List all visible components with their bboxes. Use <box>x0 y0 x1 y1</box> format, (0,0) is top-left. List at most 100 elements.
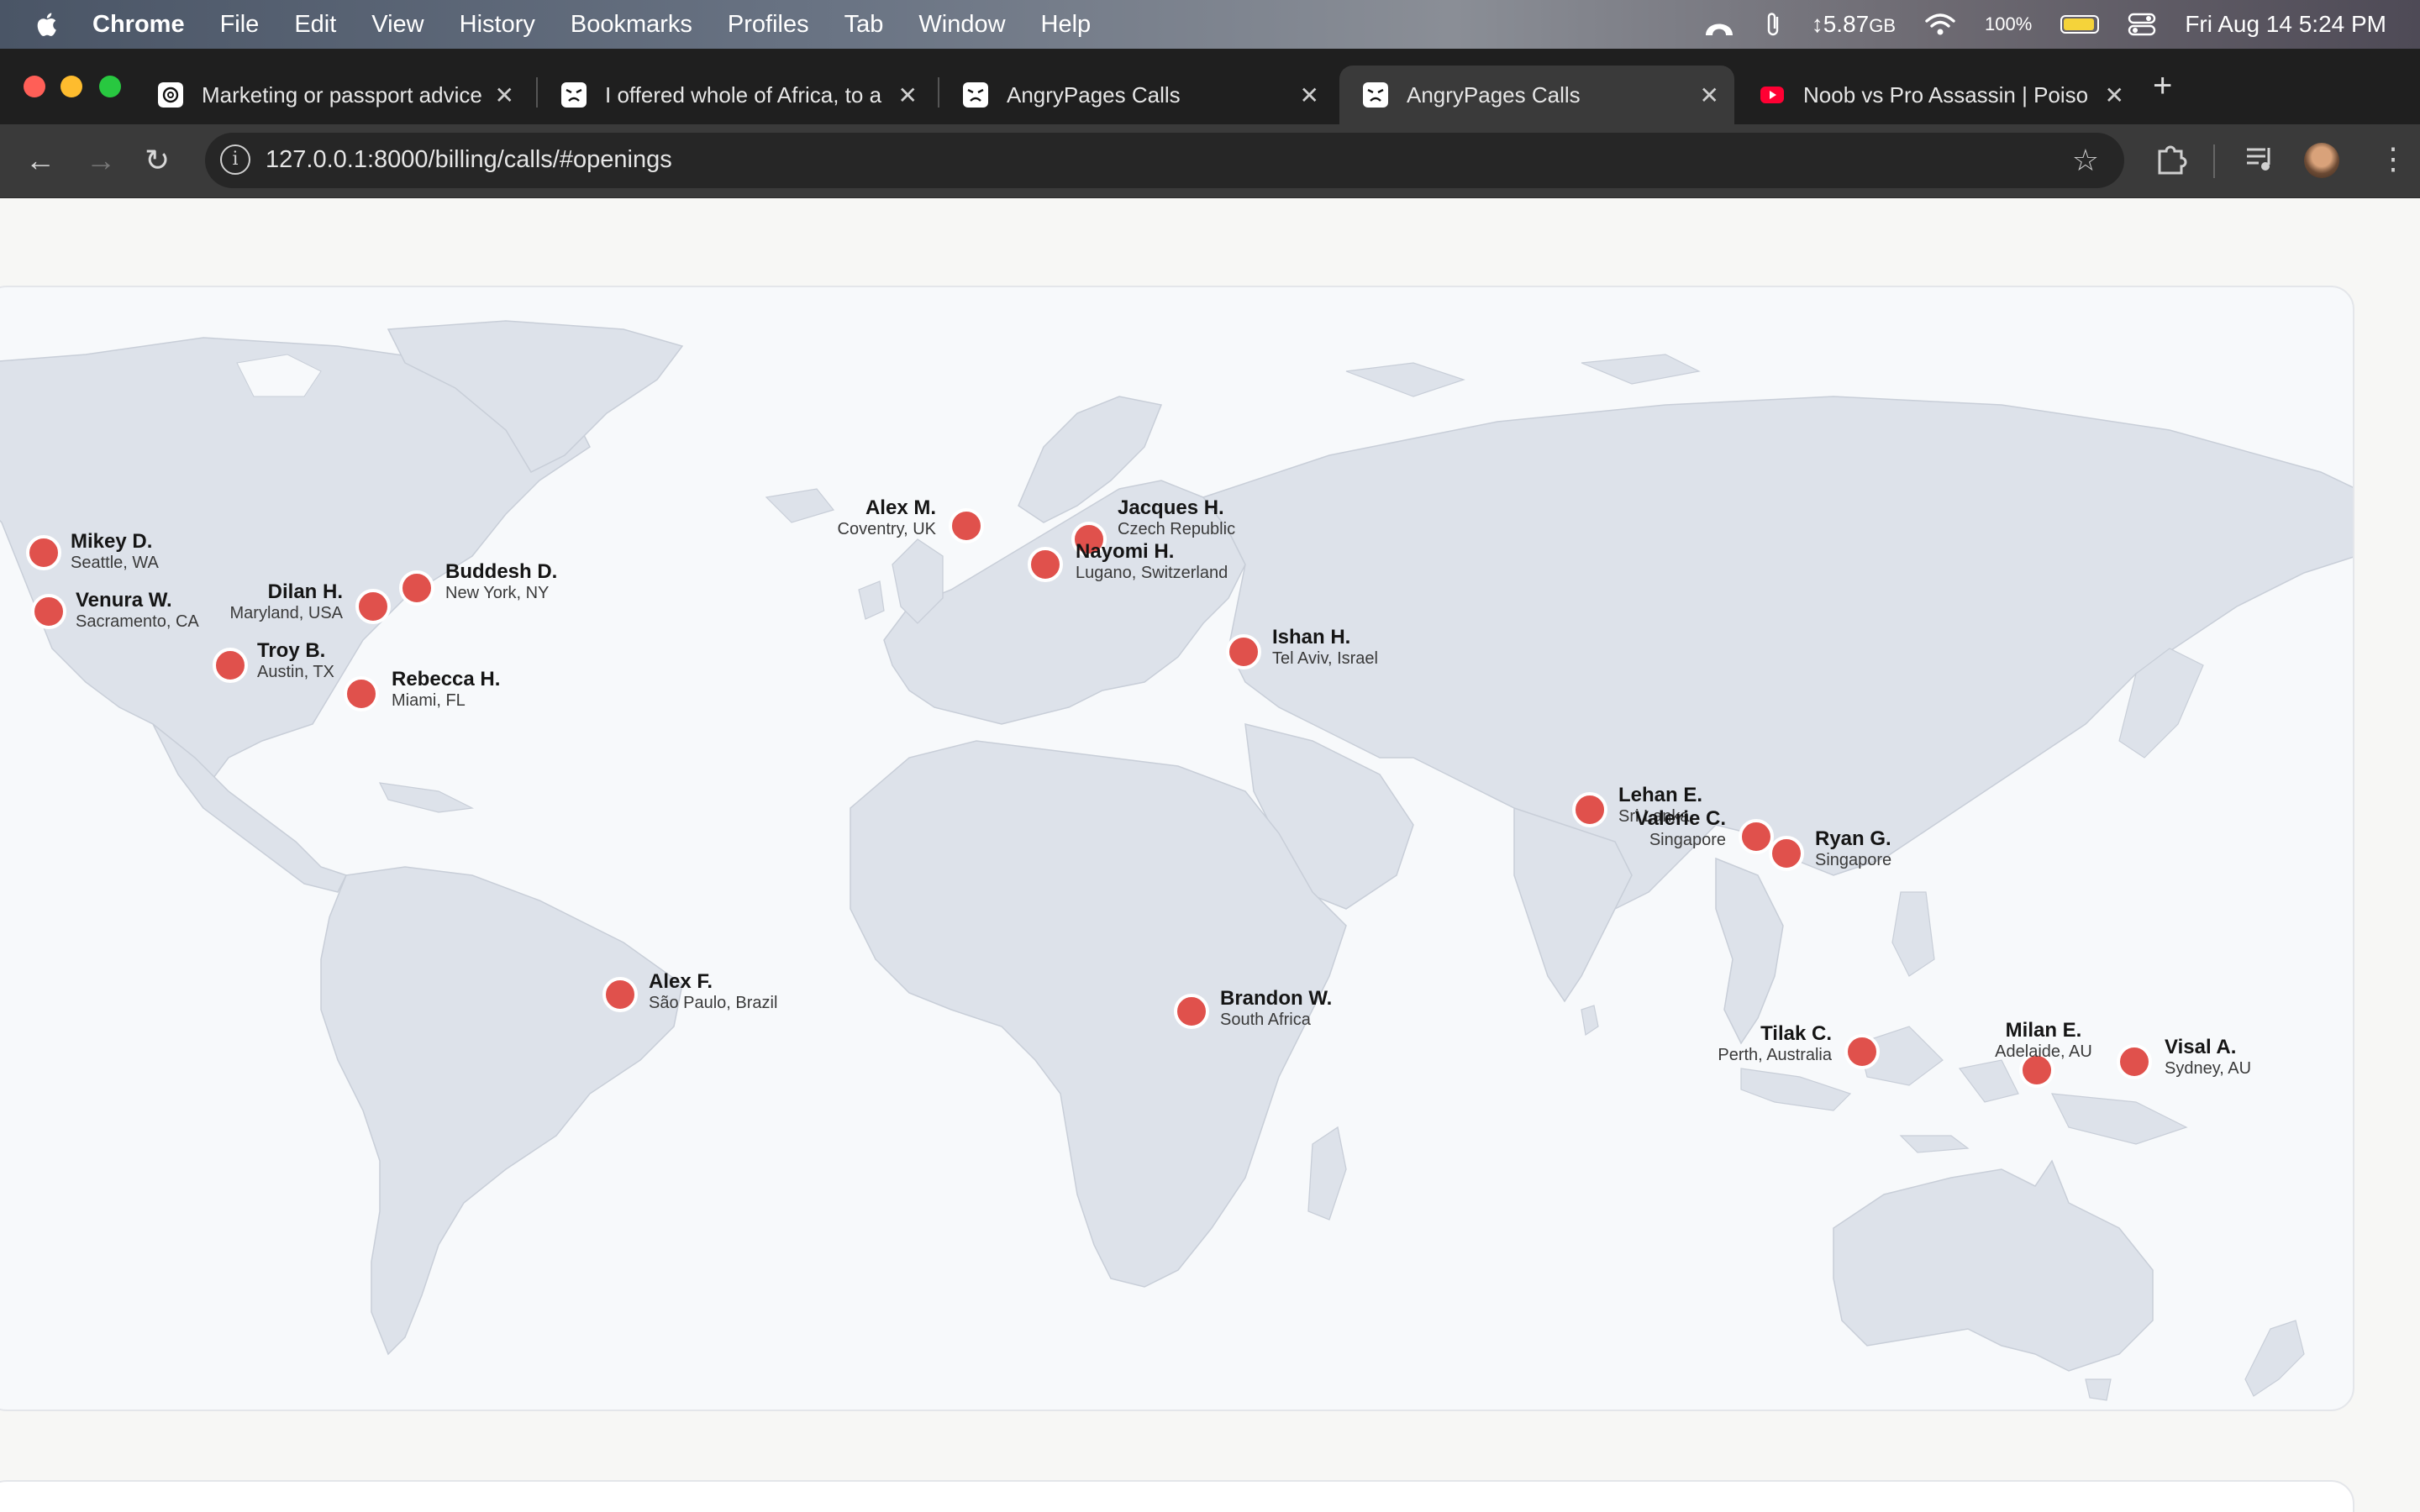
menu-edit[interactable]: Edit <box>294 11 336 39</box>
pin-name: Rebecca H. <box>392 668 500 690</box>
menu-window[interactable]: Window <box>918 11 1005 39</box>
wifi-icon[interactable] <box>1924 12 1956 37</box>
tab-title: Noob vs Pro Assassin | Poison <box>1803 81 2089 108</box>
tab-angrypages-calls-active[interactable]: AngryPages Calls ✕ <box>1339 66 1734 124</box>
pin-name: Ishan H. <box>1272 626 1350 648</box>
pin-marker[interactable] <box>344 676 379 711</box>
close-tab-icon[interactable]: ✕ <box>2105 81 2124 109</box>
tab-angrypages-calls-1[interactable]: AngryPages Calls ✕ <box>939 66 1334 124</box>
menu-history[interactable]: History <box>460 11 535 39</box>
pin-marker[interactable] <box>355 589 391 624</box>
url-text[interactable]: 127.0.0.1:8000/billing/calls/#openings <box>266 146 672 174</box>
pin-location: Seattle, WA <box>71 554 160 572</box>
bookmark-star-icon[interactable]: ☆ <box>2072 143 2099 178</box>
map-pin[interactable]: Mikey D.Seattle, WA <box>26 530 160 572</box>
pin-location: Tel Aviv, Israel <box>1272 649 1378 668</box>
forward-arrow-icon[interactable]: → <box>86 143 116 178</box>
page-content: Mikey D. Seattle, WA Venura W. Sacramento, … <box>0 198 2420 1512</box>
pin-name: Visal A. <box>2165 1036 2236 1058</box>
pin-marker[interactable] <box>31 594 66 629</box>
memory-unit: GB <box>1869 15 1897 36</box>
tab-africa-offer[interactable]: I offered whole of Africa, to a ✕ <box>538 66 933 124</box>
pin-marker[interactable] <box>26 535 61 570</box>
openai-icon <box>158 82 183 108</box>
close-tab-icon[interactable]: ✕ <box>898 81 918 109</box>
close-tab-icon[interactable]: ✕ <box>1700 81 1719 109</box>
pin-marker[interactable] <box>1174 994 1209 1029</box>
clock[interactable]: Fri Aug 14 5:24 PM <box>2185 11 2386 38</box>
pin-name: Mikey D. <box>71 530 152 553</box>
pin-name: Tilak C. <box>1760 1022 1832 1045</box>
angrypages-icon <box>963 82 988 108</box>
browser-toolbar: ← → ↻ i 127.0.0.1:8000/billing/calls/#op… <box>0 124 2420 198</box>
menu-tab[interactable]: Tab <box>844 11 884 39</box>
minimize-window-button[interactable] <box>60 76 82 97</box>
media-controls-icon[interactable] <box>2244 141 2277 178</box>
menu-profiles[interactable]: Profiles <box>728 11 809 39</box>
profile-avatar[interactable] <box>2304 143 2339 178</box>
pin-location: Sacramento, CA <box>76 612 199 631</box>
pin-name: Ryan G. <box>1815 827 1891 850</box>
close-window-button[interactable] <box>24 76 45 97</box>
menu-bookmarks[interactable]: Bookmarks <box>571 11 692 39</box>
pin-name: Nayomi H. <box>1076 540 1174 563</box>
pin-marker[interactable] <box>1572 792 1607 827</box>
battery-percent: 100% <box>1985 13 2033 34</box>
pin-marker[interactable] <box>2117 1044 2152 1079</box>
control-center-icon[interactable] <box>2128 12 2156 37</box>
menu-view[interactable]: View <box>371 11 424 39</box>
openings-map-card: Mikey D. Seattle, WA Venura W. Sacramento, … <box>0 286 2354 1411</box>
close-tab-icon[interactable]: ✕ <box>495 81 514 109</box>
back-arrow-icon[interactable]: ← <box>25 143 55 178</box>
tab-title: Marketing or passport advice <box>202 81 482 108</box>
pin-location: Perth, Australia <box>1718 1046 1833 1064</box>
pin-location: Coventry, UK <box>838 520 937 538</box>
menu-extras: ↕5.87GB 100% Fri Aug 14 5:24 PM <box>1702 0 2386 49</box>
pin-marker[interactable] <box>1739 819 1774 854</box>
pin-name: Alex F. <box>649 970 713 993</box>
tab-title: AngryPages Calls <box>1007 81 1181 108</box>
pin-location: New York, NY <box>445 584 549 602</box>
pin-marker[interactable] <box>399 570 434 606</box>
battery-icon[interactable] <box>2060 15 2100 34</box>
pin-marker[interactable] <box>1226 634 1261 669</box>
map-pin[interactable]: Rebecca H.Miami, FL <box>344 668 500 711</box>
menu-file[interactable]: File <box>220 11 260 39</box>
pin-marker[interactable] <box>602 977 638 1012</box>
address-bar[interactable]: i 127.0.0.1:8000/billing/calls/#openings… <box>205 133 2124 188</box>
pin-marker[interactable] <box>213 648 248 683</box>
pin-marker[interactable] <box>1028 547 1063 582</box>
tab-marketing-passport[interactable]: Marketing or passport advice ✕ <box>134 66 529 124</box>
arc-app-icon[interactable] <box>1702 10 1736 39</box>
pin-location: Austin, TX <box>257 663 334 681</box>
pin-name: Alex M. <box>865 496 936 519</box>
map-pin[interactable]: Alex M.Coventry, UK <box>838 496 984 543</box>
pin-marker[interactable] <box>1769 836 1804 871</box>
map-pin[interactable]: Visal A.Sydney, AU <box>2117 1036 2251 1079</box>
tab-youtube-video[interactable]: Noob vs Pro Assassin | Poison ✕ <box>1736 66 2139 124</box>
pin-marker[interactable] <box>949 508 984 543</box>
pin-name: Lehan E. <box>1618 784 1702 806</box>
more-menu-icon[interactable]: ⋮ <box>2378 141 2408 176</box>
pin-location: Miami, FL <box>392 691 466 710</box>
apple-icon[interactable] <box>34 10 62 39</box>
maximize-window-button[interactable] <box>99 76 121 97</box>
new-tab-button[interactable]: + <box>2153 67 2172 105</box>
macos-menu-bar: Chrome File Edit View History Bookmarks … <box>0 0 2420 49</box>
reload-icon[interactable]: ↻ <box>145 143 170 178</box>
pin-name: Valerie C. <box>1635 807 1726 830</box>
pin-name: Milan E. <box>2006 1019 2082 1042</box>
pin-location: Singapore <box>1815 851 1891 869</box>
paperclip-icon[interactable] <box>1765 10 1783 39</box>
extensions-puzzle-icon[interactable] <box>2154 141 2188 178</box>
world-map: Mikey D.Seattle, WA Venura W.Sacramento, … <box>0 320 2353 1401</box>
close-tab-icon[interactable]: ✕ <box>1300 81 1319 109</box>
pin-marker[interactable] <box>1844 1034 1880 1069</box>
menu-app-name[interactable]: Chrome <box>92 11 185 39</box>
menu-help[interactable]: Help <box>1041 11 1092 39</box>
pin-name: Brandon W. <box>1220 987 1332 1010</box>
pin-location: Adelaide, AU <box>1995 1042 2092 1061</box>
memory-indicator[interactable]: ↕5.87GB <box>1812 11 1896 38</box>
pin-location: Lugano, Switzerland <box>1076 564 1228 582</box>
site-info-icon[interactable]: i <box>220 144 250 175</box>
